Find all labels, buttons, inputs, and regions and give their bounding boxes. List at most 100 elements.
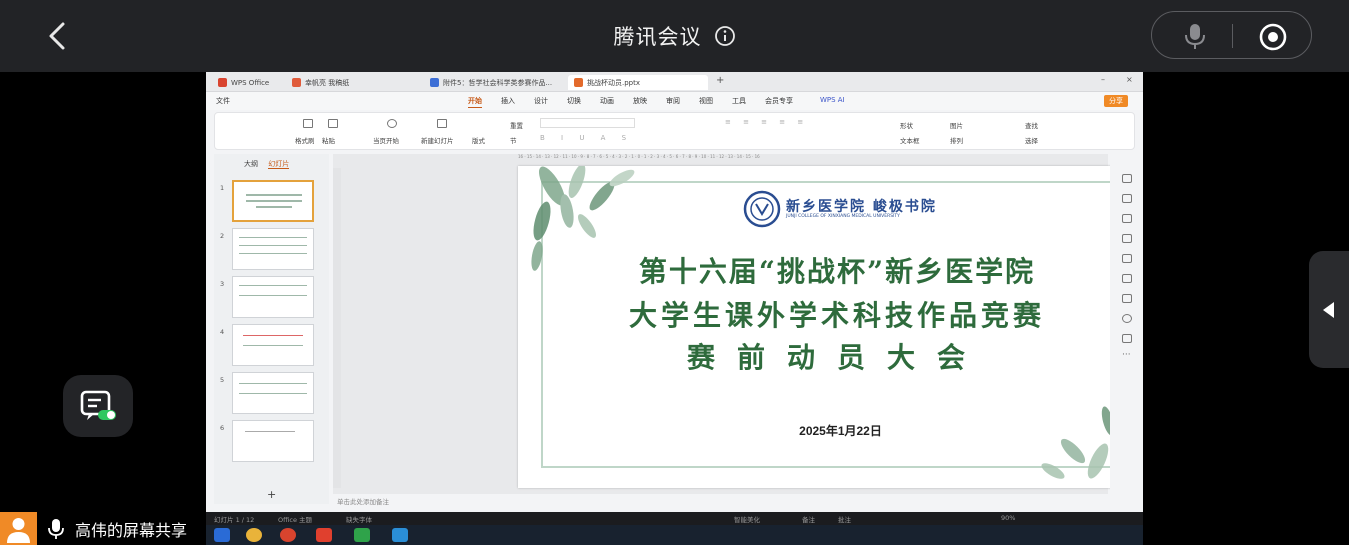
slide-number: 2 xyxy=(220,232,225,240)
font-select[interactable] xyxy=(540,118,635,128)
slide-thumbnail-6[interactable] xyxy=(232,420,314,462)
notes-toggle[interactable]: 备注 xyxy=(802,514,815,524)
current-slide[interactable]: 新乡医学院 峻极书院 JUNJI COLLEGE OF XINXIANG MED… xyxy=(518,166,1143,488)
find-button[interactable]: 查找 xyxy=(1025,120,1038,130)
user-avatar-icon xyxy=(0,512,37,545)
menu-insert[interactable]: 插入 xyxy=(501,96,515,106)
slide-thumbnail-4[interactable] xyxy=(232,324,314,366)
wps-icon[interactable] xyxy=(316,528,332,542)
windows-taskbar xyxy=(206,525,1143,545)
microphone-icon[interactable] xyxy=(1182,22,1208,50)
school-name: 新乡医学院 峻极书院 xyxy=(786,199,937,215)
menu-wps-ai[interactable]: WPS AI xyxy=(820,96,845,104)
menu-transition[interactable]: 切换 xyxy=(567,96,581,106)
tool-icon[interactable] xyxy=(1122,294,1132,303)
textbox-button[interactable]: 文本框 xyxy=(900,135,920,145)
tab-wps-home[interactable]: WPS Office xyxy=(212,75,282,90)
thumb-line xyxy=(239,295,307,296)
microphone-icon xyxy=(48,518,64,539)
slide-number: 5 xyxy=(220,376,225,384)
add-slide-button[interactable]: + xyxy=(267,488,276,501)
tab-pptx[interactable]: 挑战杯动员.pptx xyxy=(568,75,708,90)
paste-button[interactable]: 粘贴 xyxy=(322,135,335,145)
chat-bubble-icon xyxy=(80,390,116,420)
zoom-level[interactable]: 90% xyxy=(1001,514,1015,522)
font-missing[interactable]: 缺失字体 xyxy=(346,514,372,524)
comments-toggle[interactable]: 批注 xyxy=(838,514,851,524)
from-current-button[interactable]: 当页开始 xyxy=(373,135,399,145)
side-panel-toggle[interactable] xyxy=(1309,251,1349,368)
menu-member[interactable]: 会员专享 xyxy=(765,96,793,106)
meeting-title: 腾讯会议 xyxy=(613,25,702,49)
tab-slides[interactable]: 幻灯片 xyxy=(268,160,290,169)
school-logo-icon xyxy=(743,190,781,228)
tool-icon[interactable] xyxy=(1122,274,1132,283)
tool-icon[interactable] xyxy=(1122,334,1132,343)
app-icon[interactable] xyxy=(392,528,408,542)
top-bar: 腾讯会议 xyxy=(0,0,1349,72)
thumb-line xyxy=(239,383,307,384)
wps-menu-bar: 文件 开始 插入 设计 切换 动画 放映 审阅 视图 工具 会员专享 WPS A… xyxy=(206,92,1143,110)
menu-review[interactable]: 审阅 xyxy=(666,96,680,106)
help-icon[interactable] xyxy=(1122,314,1132,323)
notes-field[interactable]: 单击此处添加备注 xyxy=(333,496,1108,508)
thumb-line xyxy=(256,206,292,208)
format-painter-button[interactable]: 格式刷 xyxy=(295,135,315,145)
close-icon[interactable]: × xyxy=(1126,75,1133,84)
shape-button[interactable]: 形状 xyxy=(900,120,913,130)
screen-share-label: 高伟的屏幕共享 xyxy=(75,520,188,540)
slide-thumbnail-1[interactable] xyxy=(232,180,314,222)
slide-thumbnail-3[interactable] xyxy=(232,276,314,318)
share-button[interactable]: 分享 xyxy=(1104,95,1128,107)
record-icon[interactable] xyxy=(1258,22,1288,52)
menu-home[interactable]: 开始 xyxy=(468,96,482,108)
chat-button[interactable] xyxy=(63,375,133,437)
play-icon xyxy=(387,119,397,128)
section-button[interactable]: 节 xyxy=(510,135,517,145)
menu-design[interactable]: 设计 xyxy=(534,96,548,106)
audio-record-controls xyxy=(1151,11,1312,59)
tool-icon[interactable] xyxy=(1122,254,1132,263)
new-slide-button[interactable]: 新建幻灯片 xyxy=(421,135,454,145)
thumb-line xyxy=(245,431,295,432)
start-icon[interactable] xyxy=(214,528,230,542)
tool-icon[interactable] xyxy=(1122,214,1132,223)
menu-tools[interactable]: 工具 xyxy=(732,96,746,106)
ppt-icon xyxy=(574,78,583,87)
minimize-icon[interactable]: – xyxy=(1101,75,1105,84)
menu-file[interactable]: 文件 xyxy=(216,96,230,106)
tab-label: 附件5：哲学社会科学类参赛作品... xyxy=(443,78,553,87)
chrome-icon[interactable] xyxy=(246,528,262,542)
browser-icon[interactable] xyxy=(280,528,296,542)
slide-thumbnail-5[interactable] xyxy=(232,372,314,414)
smart-beauty-button[interactable]: 智能美化 xyxy=(734,514,760,524)
tab-doc-2[interactable]: 附件5：哲学社会科学类参赛作品... xyxy=(424,75,566,90)
menu-view[interactable]: 视图 xyxy=(699,96,713,106)
tab-outline[interactable]: 大纲 xyxy=(244,160,258,168)
slide-number: 4 xyxy=(220,328,225,336)
more-icon[interactable]: ··· xyxy=(1122,350,1131,360)
menu-animation[interactable]: 动画 xyxy=(600,96,614,106)
tool-icon[interactable] xyxy=(1122,234,1132,243)
tab-doc-1[interactable]: 幸帆亮 我稿纸 xyxy=(286,75,422,90)
reset-button[interactable]: 重置 xyxy=(510,120,523,130)
arrange-button[interactable]: 排列 xyxy=(950,135,963,145)
slide-number: 6 xyxy=(220,424,225,432)
back-button[interactable] xyxy=(38,16,78,56)
thumb-line xyxy=(239,285,307,286)
new-tab-icon[interactable]: + xyxy=(716,75,724,86)
wps-icon xyxy=(218,78,227,87)
wps-status-bar: 幻灯片 1 / 12 Office 主题 缺失字体 智能美化 备注 批注 90% xyxy=(206,512,1143,525)
select-button[interactable]: 选择 xyxy=(1025,135,1038,145)
app-icon[interactable] xyxy=(354,528,370,542)
wps-tab-bar: WPS Office 幸帆亮 我稿纸 附件5：哲学社会科学类参赛作品... 挑战… xyxy=(206,72,1143,92)
info-icon[interactable] xyxy=(714,25,736,47)
tool-icon[interactable] xyxy=(1122,174,1132,183)
picture-button[interactable]: 图片 xyxy=(950,120,963,130)
chevron-left-icon xyxy=(49,22,65,50)
menu-slideshow[interactable]: 放映 xyxy=(633,96,647,106)
layout-button[interactable]: 版式 xyxy=(472,135,485,145)
slide-thumbnail-2[interactable] xyxy=(232,228,314,270)
slide-number: 1 xyxy=(220,184,225,192)
tool-icon[interactable] xyxy=(1122,194,1132,203)
